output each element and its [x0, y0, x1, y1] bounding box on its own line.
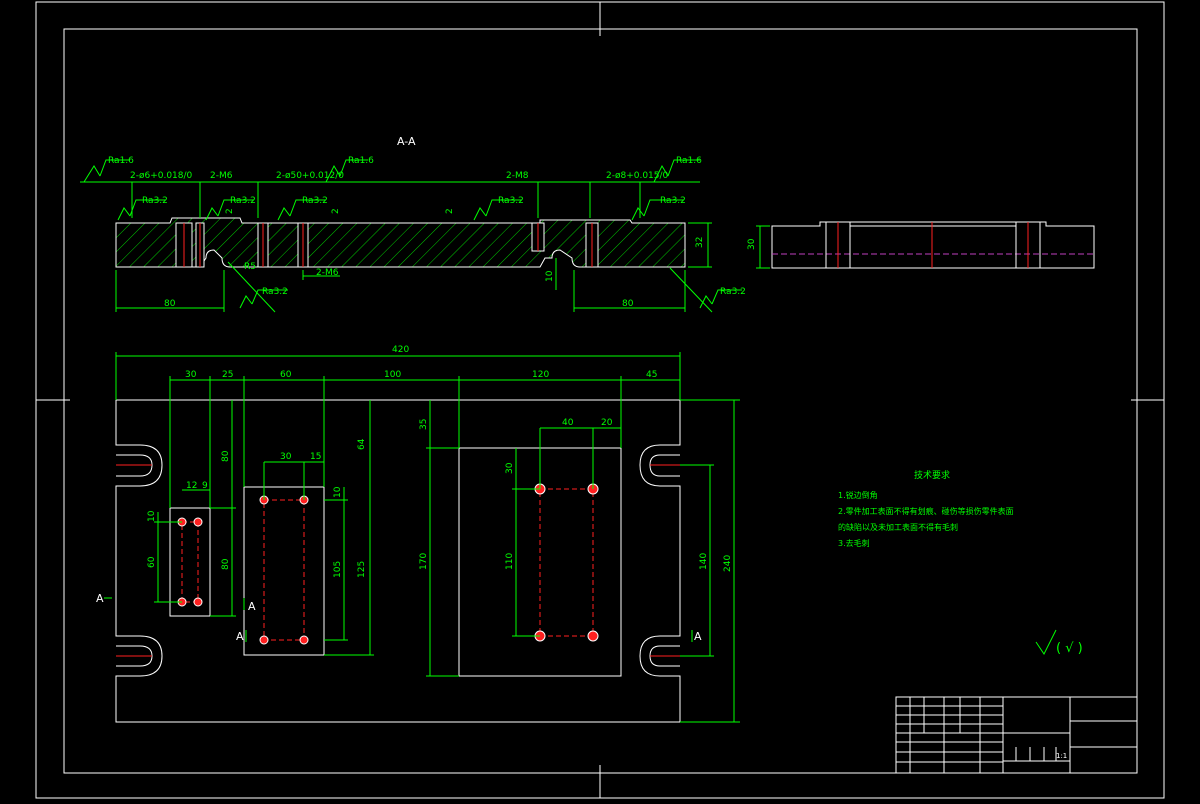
svg-text:10: 10 — [147, 510, 157, 522]
svg-text:12: 12 — [186, 481, 197, 491]
svg-text:R5: R5 — [244, 262, 256, 272]
svg-text:Ra3.2: Ra3.2 — [720, 287, 746, 297]
side-height: 30 — [747, 238, 757, 250]
hole-pattern-middle — [259, 495, 309, 645]
cad-drawing: A-A Ra1.6 Ra3.2 Ra3.2 Ra3.2 Ra1.6 Ra3.2 … — [0, 0, 1200, 800]
svg-text:20: 20 — [601, 418, 613, 428]
svg-text:80: 80 — [221, 558, 231, 570]
svg-text:15: 15 — [310, 452, 321, 462]
plan-labels: 420 30 25 60 100 120 45 240 140 80 80 12… — [96, 345, 733, 643]
hole-pattern-left — [177, 517, 203, 607]
svg-text:40: 40 — [562, 418, 574, 428]
svg-text:64: 64 — [357, 438, 367, 450]
svg-text:110: 110 — [505, 553, 515, 570]
section-view: A-A Ra1.6 Ra3.2 Ra3.2 Ra3.2 Ra1.6 Ra3.2 … — [80, 135, 746, 313]
svg-text:25: 25 — [222, 370, 233, 380]
svg-text:45: 45 — [646, 370, 657, 380]
svg-text:10: 10 — [545, 270, 555, 282]
svg-text:A: A — [694, 630, 702, 643]
svg-text:9: 9 — [202, 481, 208, 491]
svg-text:240: 240 — [723, 555, 733, 572]
technical-notes: 技术要求 1.锐边倒角 2.零件加工表面不得有划痕、碰伤等损伤零件表面 的缺陷以… — [838, 469, 1014, 548]
svg-text:A: A — [236, 630, 244, 643]
svg-text:30: 30 — [185, 370, 197, 380]
svg-text:Ra3.2: Ra3.2 — [262, 287, 288, 297]
title-block-cell: 1:1 — [1056, 752, 1067, 760]
svg-text:2-ø8+0.015/0: 2-ø8+0.015/0 — [606, 171, 669, 181]
general-roughness-mark: ( √ ) — [1035, 629, 1083, 656]
svg-text:80: 80 — [164, 299, 176, 309]
svg-text:Ra3.2: Ra3.2 — [660, 196, 686, 206]
svg-text:Ra3.2: Ra3.2 — [302, 196, 328, 206]
title-block: 1:1 — [895, 696, 1138, 774]
note-item: 2.零件加工表面不得有划痕、碰伤等损伤零件表面 — [838, 506, 1014, 516]
svg-text:Ra1.6: Ra1.6 — [348, 156, 374, 166]
svg-text:80: 80 — [221, 450, 231, 462]
note-item: 3.去毛刺 — [838, 538, 870, 548]
svg-text:100: 100 — [384, 370, 401, 380]
svg-text:2: 2 — [445, 208, 455, 214]
svg-text:2: 2 — [331, 208, 341, 214]
section-title: A-A — [397, 135, 416, 148]
hole-pattern-right — [534, 483, 599, 642]
svg-text:140: 140 — [699, 553, 709, 570]
svg-text:80: 80 — [622, 299, 634, 309]
svg-text:30: 30 — [280, 452, 292, 462]
svg-text:Ra3.2: Ra3.2 — [498, 196, 524, 206]
plan-view: 420 30 25 60 100 120 45 240 140 80 80 12… — [96, 345, 740, 723]
svg-text:60: 60 — [147, 556, 157, 568]
svg-text:10: 10 — [333, 486, 343, 498]
svg-text:Ra3.2: Ra3.2 — [142, 196, 168, 206]
svg-text:120: 120 — [532, 370, 549, 380]
svg-text:Ra1.6: Ra1.6 — [108, 156, 134, 166]
svg-text:30: 30 — [505, 462, 515, 474]
svg-text:2-ø6+0.018/0: 2-ø6+0.018/0 — [130, 171, 193, 181]
note-item: 的缺陷以及未加工表面不得有毛刺 — [838, 522, 958, 532]
svg-text:2-M6: 2-M6 — [316, 268, 339, 278]
plan-dimensions — [104, 352, 740, 723]
side-view: 30 — [747, 221, 1095, 269]
svg-text:35: 35 — [419, 419, 429, 430]
drawing-canvas: A-A Ra1.6 Ra3.2 Ra3.2 Ra3.2 Ra1.6 Ra3.2 … — [35, 1, 1165, 799]
svg-text:420: 420 — [392, 345, 409, 355]
svg-text:Ra1.6: Ra1.6 — [676, 156, 702, 166]
notes-title: 技术要求 — [914, 469, 950, 481]
note-item: 1.锐边倒角 — [838, 490, 878, 500]
svg-text:2: 2 — [225, 208, 235, 214]
svg-text:2-M6: 2-M6 — [210, 171, 233, 181]
svg-text:A: A — [96, 592, 104, 605]
svg-text:170: 170 — [419, 553, 429, 570]
svg-text:32: 32 — [695, 237, 705, 248]
svg-text:2-M8: 2-M8 — [506, 171, 529, 181]
svg-text:105: 105 — [333, 561, 343, 578]
svg-text:125: 125 — [357, 561, 367, 578]
svg-text:A: A — [248, 600, 256, 613]
svg-text:Ra3.2: Ra3.2 — [230, 196, 256, 206]
svg-text:( √ ): ( √ ) — [1056, 641, 1083, 656]
svg-text:60: 60 — [280, 370, 292, 380]
svg-text:2-ø50+0.012/0: 2-ø50+0.012/0 — [276, 171, 344, 181]
